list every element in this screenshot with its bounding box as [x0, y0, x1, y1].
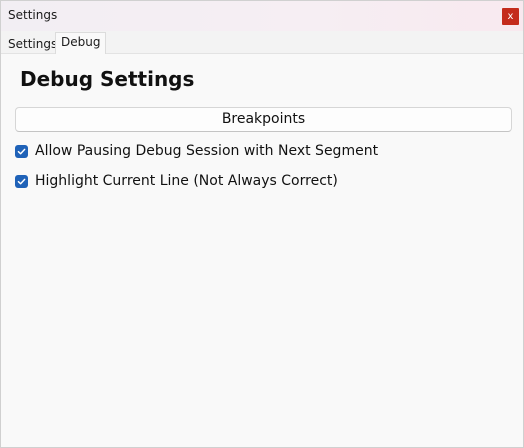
tab-debug[interactable]: Debug — [55, 32, 107, 54]
close-button[interactable]: x — [502, 8, 519, 25]
title-bar: Settings x — [1, 1, 523, 31]
option-allow-pausing[interactable]: Allow Pausing Debug Session with Next Se… — [15, 142, 378, 160]
allow-pausing-label: Allow Pausing Debug Session with Next Se… — [35, 143, 379, 159]
checkmark-icon — [17, 178, 26, 184]
page-title: Debug Settings — [20, 67, 195, 91]
checkmark-icon — [17, 148, 26, 154]
tab-settings[interactable]: Settings — [3, 36, 62, 53]
highlight-line-checkbox[interactable] — [15, 174, 28, 188]
window-title: Settings — [8, 8, 58, 22]
close-icon: x — [507, 11, 514, 22]
breakpoints-button[interactable]: Breakpoints — [15, 107, 512, 132]
tab-strip: Settings Debug — [1, 31, 523, 54]
option-highlight-line[interactable]: Highlight Current Line (Not Always Corre… — [15, 172, 338, 190]
allow-pausing-checkbox[interactable] — [15, 144, 28, 158]
settings-window: Settings x Settings Debug Debug Settings… — [0, 0, 524, 448]
highlight-line-label: Highlight Current Line (Not Always Corre… — [35, 173, 338, 189]
